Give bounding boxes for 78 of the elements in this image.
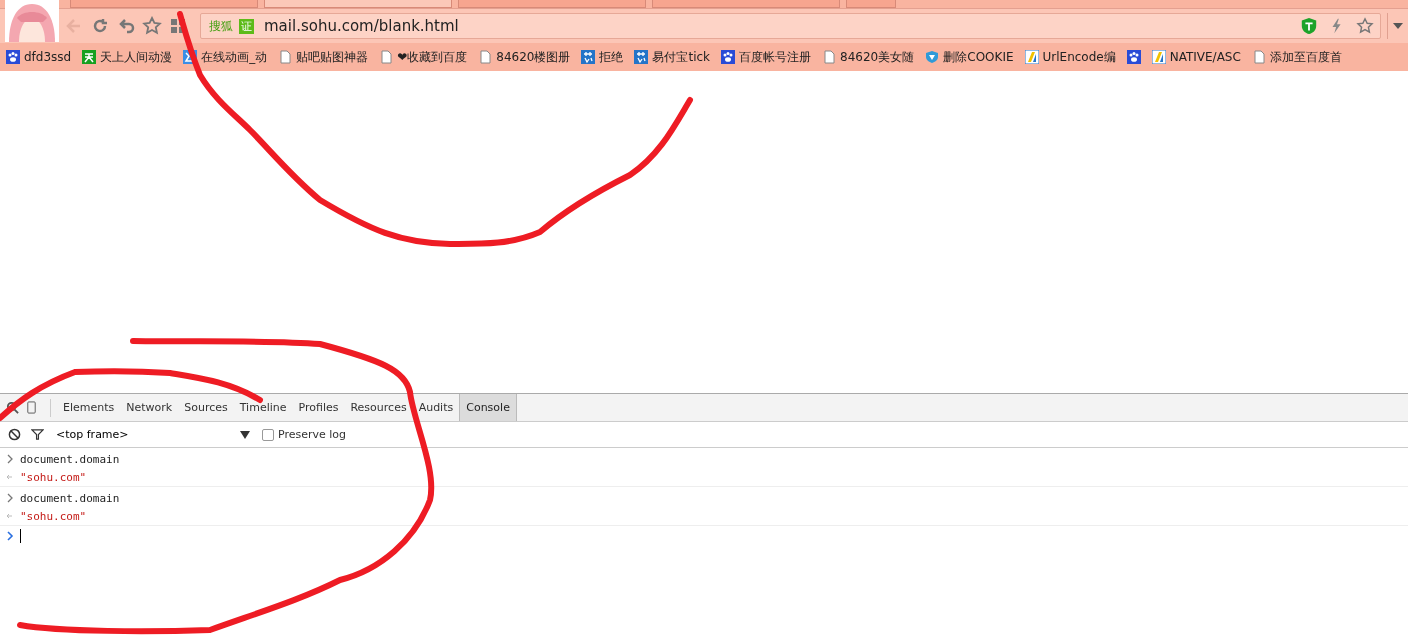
bookmark[interactable]: 拒绝 [581, 48, 624, 66]
console-result: "sohu.com" [20, 509, 87, 523]
bookmark[interactable]: 删除COOKIE [925, 48, 1014, 66]
bookmark-label: 天上人间动漫 [100, 48, 173, 66]
browser-tab[interactable] [264, 0, 452, 8]
page-icon [478, 50, 493, 64]
url-text: mail.sohu.com/blank.html [264, 17, 459, 35]
paw-icon [721, 50, 736, 64]
bookmark-label: 84620美女随 [840, 48, 915, 66]
bookmark[interactable]: 84620美女随 [822, 48, 915, 66]
address-bar[interactable]: 搜狐 证 mail.sohu.com/blank.html [200, 13, 1381, 39]
bookmark-label: NATIVE/ASC [1169, 50, 1241, 64]
bookmark-label: 易付宝tick [652, 48, 711, 66]
bookmark-label: dfd3ssd [24, 50, 72, 64]
checkbox-label: Preserve log [278, 428, 347, 441]
bookmark-label: ❤收藏到百度 [397, 48, 468, 66]
star-icon[interactable] [1356, 17, 1374, 35]
bookmark[interactable]: 易付宝tick [634, 48, 711, 66]
console-result: "sohu.com" [20, 470, 87, 484]
caret-icon [240, 430, 250, 439]
bookmark[interactable]: dfd3ssd [6, 50, 72, 64]
bookmark-label: 添加至百度首 [1269, 48, 1342, 66]
bookmark-label: 百度帐号注册 [739, 48, 812, 66]
bookmark[interactable]: 84620楼图册 [478, 48, 571, 66]
chevron-icon [6, 454, 14, 464]
console-command: document.domain [20, 491, 120, 505]
bookmark[interactable]: NATIVE/ASC [1151, 50, 1241, 64]
filter-icon[interactable] [31, 428, 44, 441]
flag-icon [1024, 50, 1039, 64]
clear-icon[interactable] [8, 428, 21, 441]
app-icon [634, 50, 649, 64]
paw-icon [1126, 50, 1141, 64]
return-arrow-icon [6, 472, 14, 482]
bookmark-label: 贴吧贴图神器 [296, 48, 369, 66]
page-icon [822, 50, 837, 64]
star-icon[interactable] [142, 16, 162, 36]
character-icon [82, 50, 97, 64]
paw-icon [6, 50, 20, 64]
bookmark[interactable]: 百度帐号注册 [721, 48, 812, 66]
chevron-icon [6, 493, 14, 503]
caret-icon [1393, 23, 1403, 29]
checkbox[interactable] [262, 428, 274, 441]
devtools-tab[interactable]: Audits [412, 394, 460, 421]
site-label: 搜狐 [209, 17, 233, 35]
devtools-tab[interactable]: Sources [178, 394, 234, 421]
avatar-icon[interactable] [5, 0, 59, 42]
bookmark-label: 拒绝 [599, 48, 624, 66]
phone-icon[interactable] [25, 401, 38, 414]
frame-dropdown[interactable]: <top frame> [56, 428, 250, 441]
devtools-tab[interactable]: Elements [57, 394, 121, 421]
page-icon [1251, 50, 1266, 64]
bookmark-label: 在线动画_动 [201, 48, 268, 66]
shield-icon [925, 50, 940, 64]
bookmark[interactable]: 天上人间动漫 [82, 48, 173, 66]
bookmark[interactable]: 添加至百度首 [1251, 48, 1342, 66]
return-arrow-icon [6, 511, 14, 521]
page-icon [278, 50, 293, 64]
bookmark[interactable]: UrlEncode编 [1024, 48, 1116, 66]
devtools-tab[interactable]: Profiles [292, 394, 345, 421]
bookmark-label: UrlEncode编 [1042, 48, 1116, 66]
app-icon [581, 50, 596, 64]
devtools-tab[interactable]: Console [459, 394, 517, 421]
search-icon[interactable] [6, 401, 19, 414]
bookmark[interactable]: 在线动画_动 [183, 48, 268, 66]
devtools-tab[interactable]: Timeline [233, 394, 293, 421]
bookmark[interactable]: ❤收藏到百度 [379, 48, 468, 66]
shield-icon[interactable] [1300, 17, 1318, 35]
bookmark-label: 删除COOKIE [943, 48, 1014, 66]
bookmark-label: 84620楼图册 [496, 48, 571, 66]
devtools-tab[interactable]: Network [120, 394, 179, 421]
page-icon [379, 50, 394, 64]
flag-icon [1151, 50, 1166, 64]
bookmark[interactable]: 贴吧贴图神器 [278, 48, 369, 66]
certificate-badge: 证 [239, 18, 254, 34]
devtools-tab[interactable]: Resources [344, 394, 413, 421]
chevron-icon [6, 531, 14, 541]
bookmark[interactable] [1126, 50, 1141, 64]
console-command: document.domain [20, 452, 120, 466]
